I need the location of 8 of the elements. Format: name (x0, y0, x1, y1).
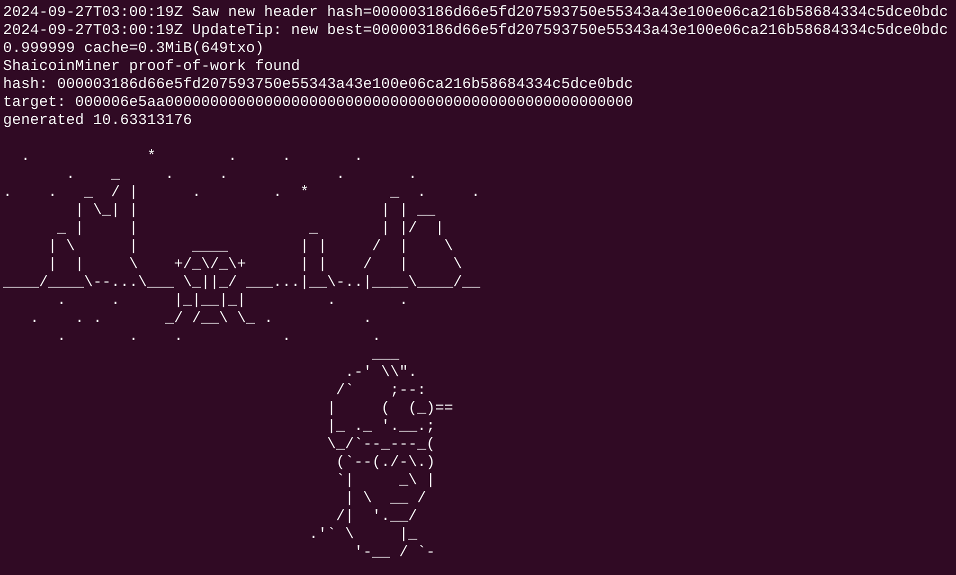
log-line: generated 10.63313176 (3, 112, 192, 130)
log-line: 2024-09-27T03:00:19Z Saw new header hash=000003186d66e5fd207593750e55343a43e100e06ca216b58684334c5dce0bdc (3, 4, 948, 22)
log-line: target: 000006e5aa0000000000000000000000000000000000000000000000000000 (3, 94, 634, 112)
log-line: ShaicoinMiner proof-of-work found (3, 58, 300, 76)
log-line: hash: 000003186d66e5fd207593750e55343a43e100e06ca216b58684334c5dce0bdc (3, 76, 634, 94)
log-line: 2024-09-27T03:00:19Z UpdateTip: new best=000003186d66e5fd207593750e55343a43e100e06ca216b58684334c5dce0bdc (3, 22, 948, 40)
ascii-art-drawing: . * . . . . _ . . . . . . _ / | . . * _ . . | \_| | | | __ _ | | _ | |/ | | \ | ____ | | / | \ | | \ +/_\/_\+ | | / | \ ____/____\--...\___ \_||_/ ___...|__\-..|____\____/__ . . |_|__|_| . . . . . _/ /__\ \_ . . . . . . . ___ .-' \\". /` ;--: | ( (_)== |_ ._ '.__.; \_/`--_---_( (`--(./-\.) `| _\ | | \ __ / /| '.__/ .'` \ |_ '-__ / `- (3, 148, 480, 562)
log-line: 0.999999 cache=0.3MiB(649txo) (3, 40, 264, 58)
